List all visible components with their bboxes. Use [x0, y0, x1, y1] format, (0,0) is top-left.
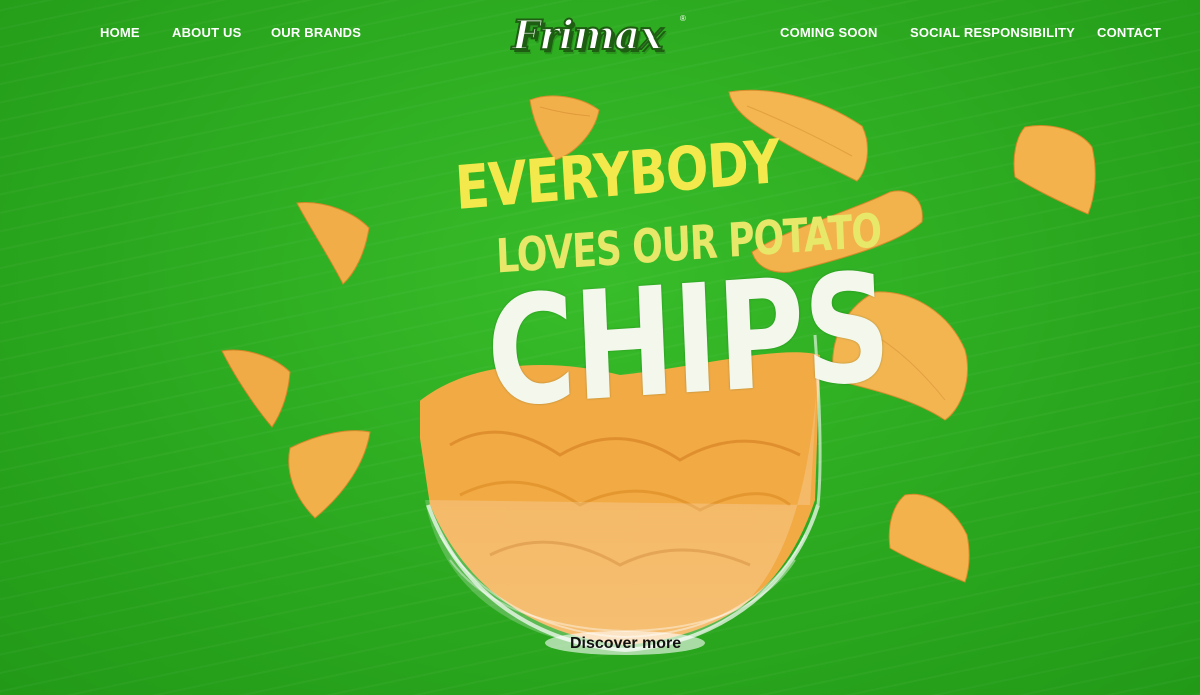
nav-social-responsibility[interactable]: SOCIAL RESPONSIBILITY: [910, 25, 1075, 40]
discover-more-link[interactable]: Discover more: [570, 635, 681, 653]
logo-text: Frimax: [511, 11, 664, 60]
potato-chip-icon: [1013, 125, 1096, 215]
potato-chip-icon: [296, 202, 370, 285]
nav-about-us[interactable]: ABOUT US: [172, 25, 242, 40]
nav-our-brands[interactable]: OUR BRANDS: [271, 25, 361, 40]
headline-chips: CHIPS: [483, 241, 893, 442]
potato-chip-icon: [288, 430, 371, 519]
registered-mark: ®: [680, 14, 686, 23]
frimax-logo[interactable]: Frimax ®: [508, 11, 688, 74]
top-navigation: HOME ABOUT US OUR BRANDS Frimax ® COMING…: [0, 0, 1200, 70]
potato-chip-icon: [888, 493, 970, 583]
nav-contact[interactable]: CONTACT: [1097, 25, 1161, 40]
nav-coming-soon[interactable]: COMING SOON: [780, 25, 878, 40]
nav-home[interactable]: HOME: [100, 25, 140, 40]
potato-chip-icon: [221, 349, 291, 428]
